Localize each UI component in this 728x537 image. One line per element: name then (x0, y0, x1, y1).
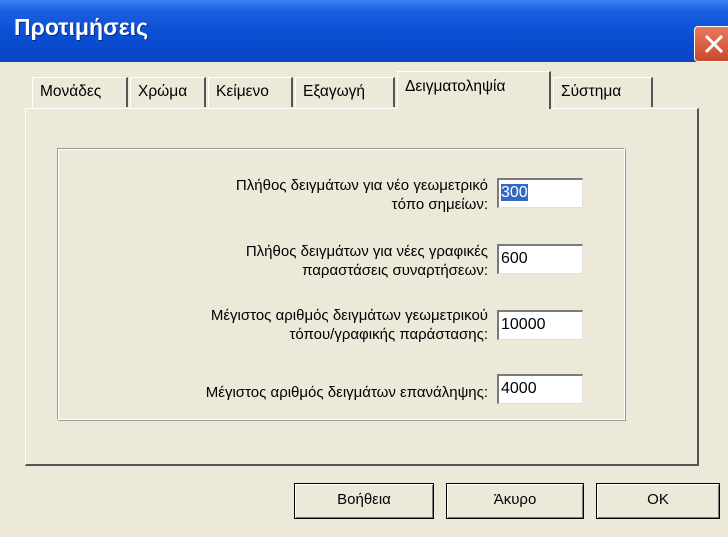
help-button[interactable]: Βοήθεια (294, 483, 434, 519)
selected-text: 300 (501, 184, 528, 201)
samples-new-locus-input[interactable]: 300 (497, 178, 583, 208)
max-samples-iteration-input[interactable]: 4000 (497, 374, 583, 404)
label-line: Πλήθος δειγμάτων για νέο γεωμετρικό (235, 177, 488, 194)
close-button[interactable] (694, 26, 728, 62)
tab-export[interactable]: Εξαγωγή (295, 77, 395, 107)
label-line: Μέγιστος αριθμός δειγμάτων γεωμετρικού (210, 307, 488, 324)
max-samples-locus-label: Μέγιστος αριθμός δειγμάτων γεωμετρικού τ… (70, 306, 488, 344)
preferences-dialog: Προτιμήσεις Μονάδες Χρώμα Κείμενο Εξαγωγ… (0, 0, 728, 537)
window-title: Προτιμήσεις (14, 14, 149, 40)
label-line: τόπου/γραφικής παράστασης: (289, 326, 488, 343)
tab-sampling[interactable]: Δειγματοληψία (397, 71, 551, 109)
title-bar[interactable]: Προτιμήσεις (0, 0, 728, 62)
max-samples-locus-input[interactable]: 10000 (497, 310, 583, 340)
label-line: Πλήθος δειγμάτων για νέες γραφικές (245, 243, 488, 260)
samples-new-locus-label: Πλήθος δειγμάτων για νέο γεωμετρικό τόπο… (100, 176, 488, 214)
samples-new-graph-label: Πλήθος δειγμάτων για νέες γραφικές παρασ… (100, 242, 488, 280)
tab-system[interactable]: Σύστημα (553, 77, 653, 107)
max-samples-iteration-label: Μέγιστος αριθμός δειγμάτων επανάληψης: (205, 384, 488, 401)
tab-text[interactable]: Κείμενο (208, 77, 293, 107)
tab-color[interactable]: Χρώμα (130, 77, 206, 107)
label-line: τόπο σημείων: (391, 196, 488, 213)
close-icon (704, 34, 724, 54)
ok-button[interactable]: OK (596, 483, 720, 519)
tab-units[interactable]: Μονάδες (32, 77, 128, 107)
samples-new-graph-input[interactable]: 600 (497, 244, 583, 274)
label-line: παραστάσεις συναρτήσεων: (302, 262, 488, 279)
cancel-button[interactable]: Άκυρο (446, 483, 584, 519)
